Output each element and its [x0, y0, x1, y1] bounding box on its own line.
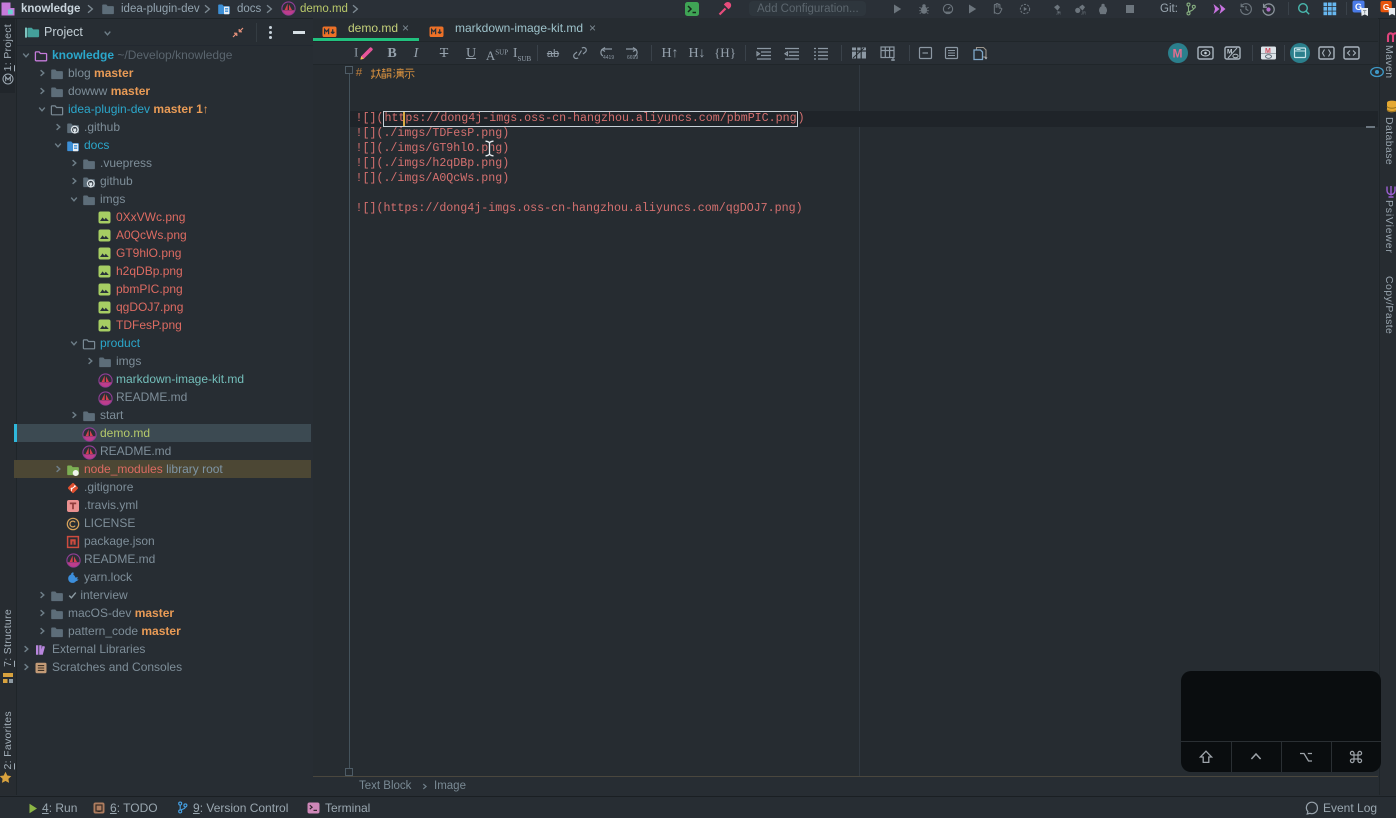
- svg-text:6699: 6699: [627, 55, 638, 60]
- svg-text:M: M: [1173, 47, 1183, 61]
- svg-text:I: I: [354, 45, 358, 60]
- svg-text:M: M: [1265, 48, 1271, 55]
- svg-text:JR: JR: [1081, 11, 1086, 15]
- svg-text:G: G: [1355, 2, 1362, 12]
- svg-text:JR: JR: [1056, 11, 1061, 15]
- svg-text:4419: 4419: [603, 55, 614, 60]
